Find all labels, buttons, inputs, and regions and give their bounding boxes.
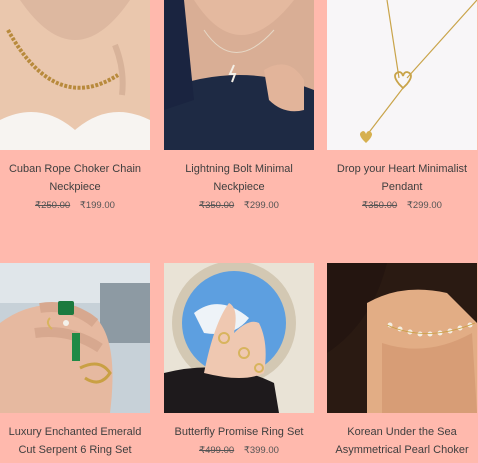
product-prices: ₹250.00 ₹199.00	[0, 199, 150, 213]
sale-price: ₹199.00	[79, 200, 115, 211]
product-image[interactable]	[164, 0, 314, 150]
product-name[interactable]: Lightning Bolt Minimal Neckpiece	[164, 160, 314, 196]
original-price: ₹350.00	[362, 200, 398, 211]
product-card[interactable]: Drop your Heart Minimalist Pendant ₹350.…	[327, 0, 477, 213]
sale-price: ₹299.00	[406, 200, 442, 211]
product-card[interactable]: Korean Under the Sea Asymmetrical Pearl …	[327, 263, 477, 459]
original-price: ₹499.00	[199, 445, 235, 456]
emerald-rings-photo	[0, 263, 150, 413]
product-name[interactable]: Cuban Rope Choker Chain Neckpiece	[0, 160, 150, 196]
product-card[interactable]: Lightning Bolt Minimal Neckpiece ₹350.00…	[164, 0, 314, 213]
product-image[interactable]	[0, 0, 150, 150]
product-image[interactable]	[327, 0, 477, 150]
product-image[interactable]	[0, 263, 150, 413]
product-card[interactable]: Cuban Rope Choker Chain Neckpiece ₹250.0…	[0, 0, 150, 213]
product-prices: ₹499.00 ₹399.00	[164, 444, 314, 458]
original-price: ₹250.00	[35, 200, 71, 211]
sale-price: ₹399.00	[243, 445, 279, 456]
rope-chain-photo	[0, 0, 150, 150]
product-name[interactable]: Korean Under the Sea Asymmetrical Pearl …	[327, 423, 477, 459]
product-prices: ₹350.00 ₹299.00	[327, 199, 477, 213]
product-prices: ₹350.00 ₹299.00	[164, 199, 314, 213]
sale-price: ₹299.00	[243, 200, 279, 211]
product-image[interactable]	[327, 263, 477, 413]
original-price: ₹350.00	[199, 200, 235, 211]
product-image[interactable]	[164, 263, 314, 413]
product-name[interactable]: Luxury Enchanted Emerald Cut Serpent 6 R…	[0, 423, 150, 459]
product-name[interactable]: Butterfly Promise Ring Set	[164, 423, 314, 441]
heart-pendant-photo	[327, 0, 477, 150]
pearl-choker-photo	[327, 263, 477, 413]
product-name[interactable]: Drop your Heart Minimalist Pendant	[327, 160, 477, 196]
lightning-bolt-photo	[164, 0, 314, 150]
product-card[interactable]: Butterfly Promise Ring Set ₹499.00 ₹399.…	[164, 263, 314, 458]
product-card[interactable]: Luxury Enchanted Emerald Cut Serpent 6 R…	[0, 263, 150, 459]
butterfly-rings-photo	[164, 263, 314, 413]
